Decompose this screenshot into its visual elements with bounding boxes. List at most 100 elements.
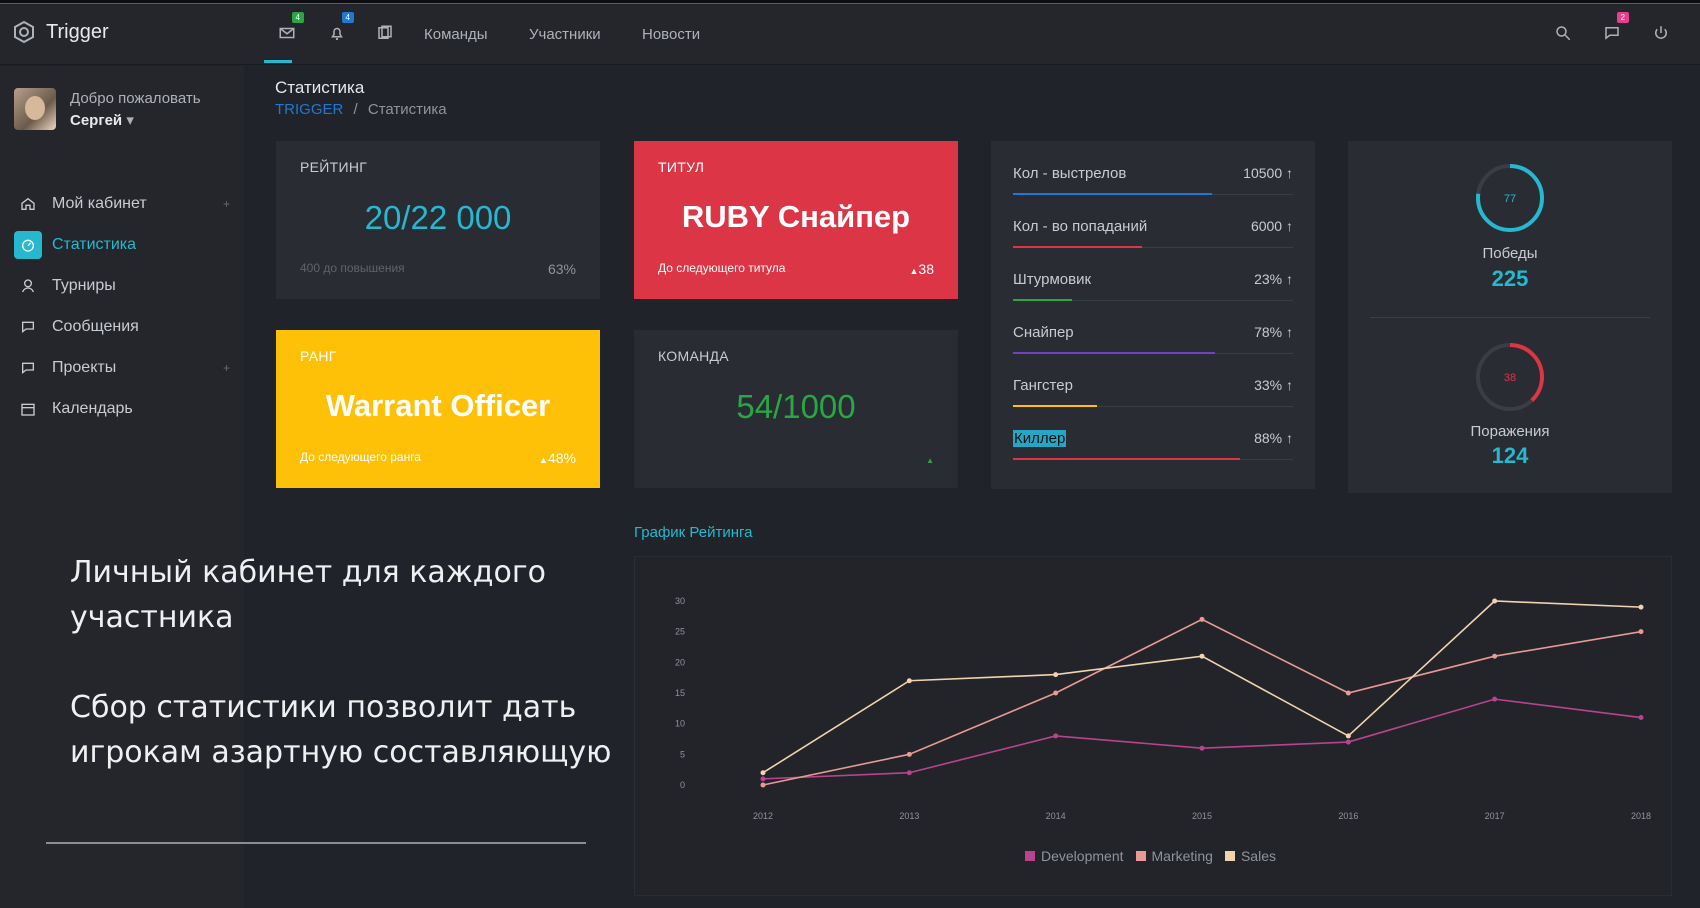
stat-label: Кол - выстрелов <box>1013 165 1127 182</box>
sidebar-item-messages[interactable]: Сообщения <box>14 306 240 347</box>
nav-teams[interactable]: Команды <box>424 26 488 43</box>
expand-icon[interactable]: + <box>223 361 230 375</box>
legend-item[interactable]: Sales <box>1224 848 1276 864</box>
data-point-sales[interactable] <box>1345 733 1351 739</box>
wins-count: 225 <box>1491 266 1529 291</box>
stat-progress-bar <box>1013 405 1097 407</box>
stat-progress-bar <box>1013 193 1212 195</box>
chart-legend: Development Marketing Sales <box>1025 848 1276 864</box>
legend-label: Marketing <box>1151 848 1213 864</box>
stat-label: Штурмовик <box>1013 271 1092 288</box>
stat-label: Гангстер <box>1013 377 1073 394</box>
legend-swatch <box>1224 851 1235 861</box>
rank-card: РАНГ Warrant Officer До следующего ранга… <box>276 330 600 488</box>
data-point-sales[interactable] <box>1199 653 1205 659</box>
overlay-line-1: Личный кабинет для каждого участника <box>70 555 546 635</box>
nav-news[interactable]: Новости <box>642 26 700 43</box>
data-point-development[interactable] <box>1199 745 1205 751</box>
y-tick-label: 10 <box>675 719 685 729</box>
data-point-marketing[interactable] <box>1053 690 1059 696</box>
chevron-down-icon[interactable]: ▾ <box>126 112 134 129</box>
stat-label: Киллер <box>1013 430 1067 447</box>
stat-value: 33% ↑ <box>1254 377 1293 393</box>
legend-label: Sales <box>1240 848 1276 864</box>
sidebar-item-label: Турниры <box>52 276 116 294</box>
sidebar-item-statistics[interactable]: Статистика <box>14 224 240 265</box>
sidebar-item-calendar[interactable]: Календарь <box>14 388 240 429</box>
search-icon <box>1556 26 1571 41</box>
user-name[interactable]: Сергей <box>70 112 122 129</box>
chat-button[interactable]: 2 <box>1603 12 1629 44</box>
app-logo[interactable]: Trigger <box>12 20 109 44</box>
data-point-development[interactable] <box>1638 715 1644 721</box>
y-tick-label: 30 <box>675 596 685 606</box>
stat-label: Кол - во попаданий <box>1013 218 1148 235</box>
arrow-up-icon: ▲ <box>926 456 934 465</box>
x-tick-label: 2018 <box>1631 811 1651 821</box>
legend-item[interactable]: Development <box>1025 848 1124 864</box>
legend-item[interactable]: Marketing <box>1135 848 1213 864</box>
app-name: Trigger <box>46 20 109 43</box>
calendar-icon <box>14 395 42 423</box>
files-button[interactable] <box>376 24 396 44</box>
data-point-sales[interactable] <box>1638 604 1644 610</box>
avatar[interactable] <box>14 88 56 130</box>
data-point-marketing[interactable] <box>1345 690 1351 696</box>
title-card-value: RUBY Снайпер <box>681 199 911 234</box>
losses-count: 124 <box>1491 443 1529 468</box>
x-tick-label: 2016 <box>1338 811 1358 821</box>
sidebar-item-label: Статистика <box>52 235 137 253</box>
stat-label: Снайпер <box>1013 324 1074 341</box>
data-point-development[interactable] <box>1345 739 1351 745</box>
chart-panel: 0 5 10 15 20 25 30 2012 2013 2014 2015 2016 2017 2018 <box>634 556 1672 896</box>
notifications-button[interactable]: 4 <box>328 12 354 44</box>
user-panel[interactable]: Добро пожаловать Сергей ▾ <box>14 88 201 132</box>
dashboard-icon <box>14 230 42 259</box>
active-tab-indicator <box>264 60 292 63</box>
breadcrumb: TRIGGER / Статистика <box>275 101 447 118</box>
mail-button[interactable]: 4 <box>278 12 304 44</box>
chat-icon <box>14 354 42 382</box>
chat-icon <box>14 313 42 341</box>
sidebar-item-tournaments[interactable]: Турниры <box>14 265 240 306</box>
data-point-sales[interactable] <box>760 770 766 776</box>
rating-percent: 63% <box>547 261 576 277</box>
data-point-marketing[interactable] <box>760 782 766 788</box>
data-point-marketing[interactable] <box>1199 616 1205 622</box>
sidebar-item-projects[interactable]: Проекты + <box>14 347 240 388</box>
data-point-marketing[interactable] <box>1638 629 1644 635</box>
data-point-sales[interactable] <box>906 678 912 684</box>
data-point-marketing[interactable] <box>906 751 912 757</box>
data-point-sales[interactable] <box>1053 672 1059 678</box>
stat-value: 88% ↑ <box>1254 430 1293 446</box>
rank-change: 48% <box>547 450 576 466</box>
sidebar-item-cabinet[interactable]: Мой кабинет + <box>14 183 240 224</box>
data-point-sales[interactable] <box>1492 598 1498 604</box>
top-bar <box>0 5 1700 65</box>
data-point-development[interactable] <box>760 776 766 782</box>
data-point-marketing[interactable] <box>1492 653 1498 659</box>
nav-members[interactable]: Участники <box>529 26 601 43</box>
mail-badge: 4 <box>291 12 304 23</box>
x-tick-label: 2017 <box>1485 811 1505 821</box>
search-button[interactable] <box>1554 24 1574 44</box>
data-point-development[interactable] <box>1053 733 1059 739</box>
stat-row: Кол - во попаданий 6000 ↑ <box>1013 218 1293 248</box>
x-tick-label: 2015 <box>1192 811 1212 821</box>
data-point-development[interactable] <box>906 770 912 776</box>
data-point-development[interactable] <box>1492 696 1498 702</box>
stat-value: 10500 ↑ <box>1243 165 1293 181</box>
rating-card: РЕЙТИНГ 20/22 000 400 до повышения 63% <box>276 141 600 299</box>
stat-row: Штурмовик 23% ↑ <box>1013 271 1293 301</box>
chat-icon <box>1605 27 1619 40</box>
rank-footer: До следующего ранга <box>300 450 421 464</box>
x-tick-label: 2014 <box>1046 811 1066 821</box>
overlay-divider <box>46 842 586 844</box>
breadcrumb-root[interactable]: TRIGGER <box>275 101 343 118</box>
bell-icon <box>331 27 343 41</box>
power-button[interactable] <box>1652 24 1672 44</box>
stat-row: Снайпер 78% ↑ <box>1013 324 1293 354</box>
expand-icon[interactable]: + <box>223 197 230 211</box>
page-title: Статистика <box>275 78 365 97</box>
chart-title: График Рейтинга <box>634 524 753 541</box>
